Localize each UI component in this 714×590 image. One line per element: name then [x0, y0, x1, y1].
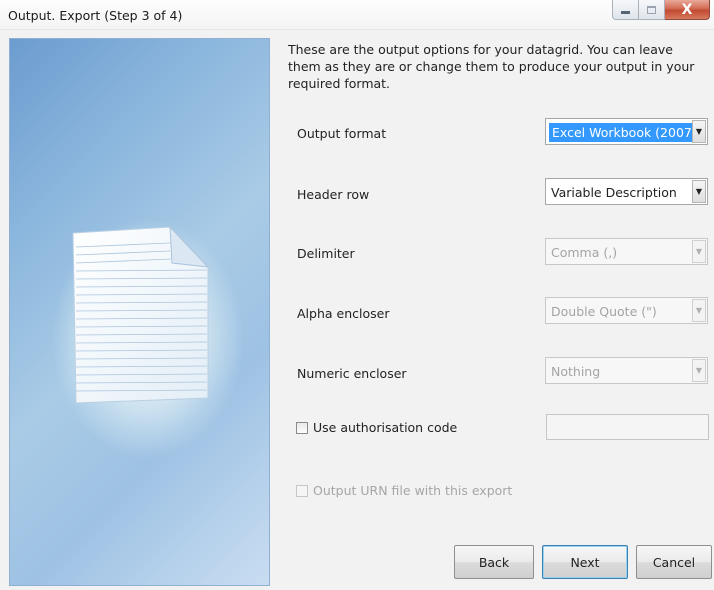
output-urn-label: Output URN file with this export	[313, 483, 513, 498]
close-button[interactable]: X	[665, 0, 710, 20]
use-auth-code-row[interactable]: Use authorisation code	[296, 420, 457, 435]
minimize-icon	[621, 11, 630, 14]
alpha-encloser-select[interactable]: Double Quote (") ▼	[545, 297, 708, 324]
maximize-button[interactable]	[639, 0, 665, 20]
alpha-encloser-label: Alpha encloser	[297, 306, 390, 321]
maximize-icon	[647, 5, 656, 14]
intro-text: These are the output options for your da…	[288, 42, 695, 91]
output-format-label: Output format	[297, 126, 387, 141]
delimiter-select[interactable]: Comma (,) ▼	[545, 238, 708, 265]
output-urn-row[interactable]: Output URN file with this export	[296, 483, 512, 498]
cancel-button[interactable]: Cancel	[636, 545, 712, 579]
document-page-icon	[72, 225, 210, 404]
window-title: Output. Export (Step 3 of 4)	[8, 8, 183, 23]
close-icon: X	[681, 1, 693, 18]
title-bar: Output. Export (Step 3 of 4) X	[0, 0, 714, 30]
output-format-value: Excel Workbook (2007)	[549, 123, 700, 142]
delimiter-label: Delimiter	[297, 246, 355, 261]
delimiter-value: Comma (,)	[551, 245, 618, 260]
alpha-encloser-value: Double Quote (")	[551, 304, 657, 319]
use-auth-code-checkbox[interactable]	[296, 421, 308, 434]
chevron-down-icon[interactable]: ▼	[692, 299, 706, 322]
header-row-label: Header row	[297, 187, 370, 202]
chevron-down-icon[interactable]: ▼	[692, 180, 706, 203]
chevron-down-icon[interactable]: ▼	[692, 359, 706, 382]
chevron-down-icon[interactable]: ▼	[692, 240, 706, 263]
numeric-encloser-value: Nothing	[551, 364, 601, 379]
back-button[interactable]: Back	[454, 545, 534, 579]
window-controls: X	[612, 0, 710, 20]
minimize-button[interactable]	[612, 0, 639, 20]
output-format-select[interactable]: Excel Workbook (2007) ▼	[545, 118, 708, 145]
auth-code-input[interactable]	[546, 414, 709, 440]
header-row-value: Variable Description	[551, 185, 677, 200]
wizard-side-graphic	[9, 38, 270, 586]
header-row-select[interactable]: Variable Description ▼	[545, 178, 708, 205]
chevron-down-icon[interactable]: ▼	[692, 120, 706, 143]
numeric-encloser-label: Numeric encloser	[297, 366, 407, 381]
next-button[interactable]: Next	[542, 545, 628, 579]
use-auth-code-label: Use authorisation code	[313, 420, 458, 435]
numeric-encloser-select[interactable]: Nothing ▼	[545, 357, 708, 384]
output-urn-checkbox[interactable]	[296, 484, 308, 497]
